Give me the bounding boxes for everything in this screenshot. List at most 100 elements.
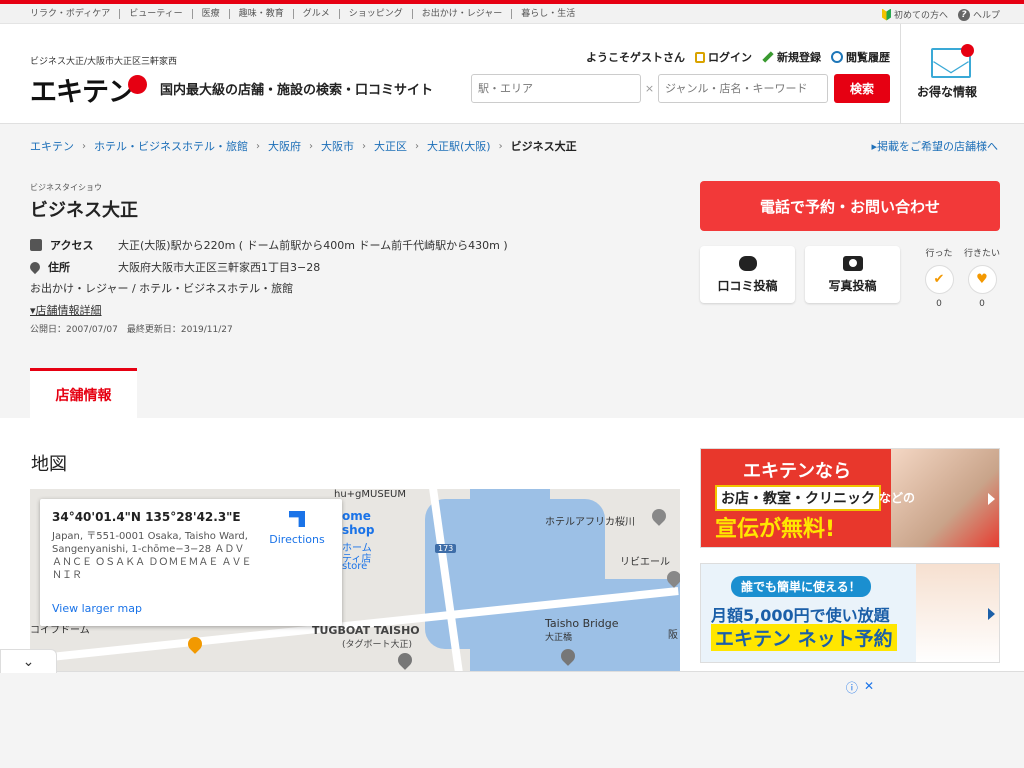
utility-bar: リラク・ボディケア ビューティー 医療 趣味・教育 グルメ ショッピング お出か… [0, 4, 1024, 24]
help-link[interactable]: ? ヘルプ [957, 8, 1000, 21]
want-button[interactable]: ♥ [967, 265, 997, 294]
area-search-input[interactable] [471, 74, 641, 103]
chevron-right-icon: › [415, 140, 419, 152]
register-label: 新規登録 [777, 51, 821, 64]
photo-post-button[interactable]: 写真投稿 [805, 246, 900, 303]
history-link[interactable]: 閲覧履歴 [831, 49, 890, 65]
map-pin-icon[interactable] [558, 646, 578, 666]
lock-icon [695, 51, 705, 63]
map-label-bridge: Taisho Bridge [545, 617, 619, 630]
map-label-shop: shop [342, 523, 375, 537]
banner1-line2: お店・教室・クリニック [715, 485, 881, 511]
breadcrumb-item-city[interactable]: 大阪市 [321, 138, 354, 154]
banner1-line2-suffix: などの [879, 491, 916, 505]
want-label: 行きたい [963, 249, 1000, 259]
category-link-living[interactable]: 暮らし・生活 [511, 9, 584, 19]
search-button[interactable]: 検索 [834, 74, 890, 103]
help-icon: ? [957, 8, 970, 21]
banner1-line3: 宣伝が無料! [715, 517, 836, 542]
category-link-leisure[interactable]: お出かけ・レジャー [411, 9, 512, 19]
shop-categories: お出かけ・レジャー / ホテル・ビジネスホテル・旅館 [30, 282, 294, 295]
access-value: 大正(大阪)駅から220m ( ドーム前駅から400m ドーム前千代崎駅から43… [118, 239, 508, 252]
beginner-link[interactable]: 初めての方へ [881, 8, 948, 21]
site-tagline: 国内最大級の店舗・施設の検索・口コミサイト [160, 83, 434, 98]
map-label-shop: store [342, 561, 368, 572]
pen-icon [762, 51, 774, 63]
review-post-button[interactable]: 口コミ投稿 [700, 246, 795, 303]
keyword-search-input[interactable] [658, 74, 828, 103]
ad-banner-net-reservation[interactable]: 誰でも簡単に使える！ 月額5,000円で使い放題 エキテン ネット予約 [700, 563, 1000, 663]
train-icon [30, 239, 42, 251]
history-icon [831, 51, 843, 63]
map-label-shop: ome [342, 509, 371, 523]
directions-link[interactable]: Directions [269, 511, 325, 546]
speech-bubble-icon [738, 256, 757, 271]
banner1-line1: エキテンなら [743, 461, 851, 482]
banner2-line1: 誰でも簡単に使える！ [731, 576, 871, 597]
category-link-gourmet[interactable]: グルメ [292, 9, 339, 19]
ad-close-icon[interactable]: ✕ [864, 679, 874, 696]
deals-link[interactable]: お得な情報 [900, 24, 1024, 124]
chevron-right-icon [988, 493, 995, 505]
directions-icon [289, 511, 305, 527]
listing-request-link[interactable]: ▸掲載をご希望の店舗様へ [871, 138, 998, 154]
want-count: 0 [979, 299, 985, 309]
heart-icon: ♥ [976, 272, 988, 287]
category-link-medical[interactable]: 医療 [191, 9, 229, 19]
directions-label: Directions [269, 533, 325, 546]
shop-detail-toggle[interactable]: ▾店舗情報詳細 [30, 302, 102, 318]
category-links: リラク・ボディケア ビューティー 医療 趣味・教育 グルメ ショッピング お出か… [30, 9, 584, 19]
chevron-right-icon: › [498, 140, 503, 152]
beginner-label: 初めての方へ [893, 11, 948, 21]
map-route-badge: 173 [435, 544, 457, 553]
publish-dates: 公開日：2007/07/07 最終更新日：2019/11/27 [30, 325, 233, 335]
access-row: アクセス 大正(大阪)駅から220m ( ドーム前駅から400m ドーム前千代崎… [30, 237, 508, 253]
went-count: 0 [936, 299, 942, 309]
site-logo[interactable]: エキテン [30, 70, 147, 109]
map-info-popup: 34°40'01.4"N 135°28'42.3"E Japan, 〒551-0… [40, 499, 342, 626]
listing-request-label: 掲載をご希望の店舗様へ [877, 140, 998, 153]
ad-banner-free-promotion[interactable]: エキテンなら お店・教室・クリニック などの 宣伝が無料! [700, 448, 1000, 548]
breadcrumb-item-station[interactable]: 大正駅(大阪) [427, 138, 491, 154]
call-reservation-button[interactable]: 電話で予約・お問い合わせ [700, 181, 1000, 231]
went-label: 行った [925, 249, 953, 259]
beginner-mark-icon [881, 8, 891, 21]
map-label-rib: リビエール [620, 557, 670, 568]
map-coordinates: 34°40'01.4"N 135°28'42.3"E [52, 510, 241, 524]
login-link[interactable]: ログイン [695, 49, 752, 65]
camera-icon [842, 256, 863, 271]
went-button[interactable]: ✔ [924, 265, 954, 294]
address-row: 住所 大阪府大阪市大正区三軒家西1丁目3−28 [27, 259, 320, 275]
clear-icon[interactable]: × [641, 82, 658, 95]
map-label-han: 阪 [668, 630, 678, 641]
logo-text: エキテン [30, 77, 135, 108]
login-label: ログイン [708, 51, 752, 64]
address-label: 住所 [48, 261, 70, 274]
ad-info-icon[interactable]: ⓘ [846, 679, 858, 696]
ad-collapse-toggle[interactable]: ⌄ [0, 649, 57, 673]
deals-label: お得な情報 [917, 85, 978, 99]
breadcrumb-item-prefecture[interactable]: 大阪府 [268, 138, 301, 154]
category-link-beauty[interactable]: ビューティー [119, 9, 191, 19]
check-icon: ✔ [933, 272, 945, 287]
chevron-right-icon: › [309, 140, 313, 152]
shop-detail-label: 店舗情報詳細 [35, 304, 102, 317]
category-link-hobby[interactable]: 趣味・教育 [228, 9, 293, 19]
category-link-relax[interactable]: リラク・ボディケア [30, 9, 119, 19]
larger-map-link[interactable]: View larger map [52, 602, 142, 615]
photo-post-label: 写真投稿 [828, 279, 877, 293]
google-map[interactable]: hu+gMUSEUM ome shop ホーム ティ店 store 173 ホテ… [30, 489, 680, 672]
breadcrumb-item-top[interactable]: エキテン [30, 138, 74, 154]
search-form: × 検索 [471, 74, 890, 103]
header-location: ビジネス大正/大阪市大正区三軒家西 [30, 57, 178, 67]
location-pin-icon [27, 259, 43, 275]
register-link[interactable]: 新規登録 [762, 49, 821, 65]
shop-header-area: エキテン › ホテル・ビジネスホテル・旅館 › 大阪府 › 大阪市 › 大正区 › 大正駅… [0, 124, 1024, 418]
breadcrumb: エキテン › ホテル・ビジネスホテル・旅館 › 大阪府 › 大阪市 › 大正区 › 大正駅… [30, 138, 577, 154]
breadcrumb-item-category[interactable]: ホテル・ビジネスホテル・旅館 [94, 138, 248, 154]
category-link-shopping[interactable]: ショッピング [338, 9, 412, 19]
breadcrumb-item-ward[interactable]: 大正区 [374, 138, 407, 154]
tab-store-info[interactable]: 店舗情報 [30, 368, 137, 418]
want-widget: 行きたい ♥ 0 [962, 246, 1002, 309]
map-section-title: 地図 [31, 454, 67, 475]
